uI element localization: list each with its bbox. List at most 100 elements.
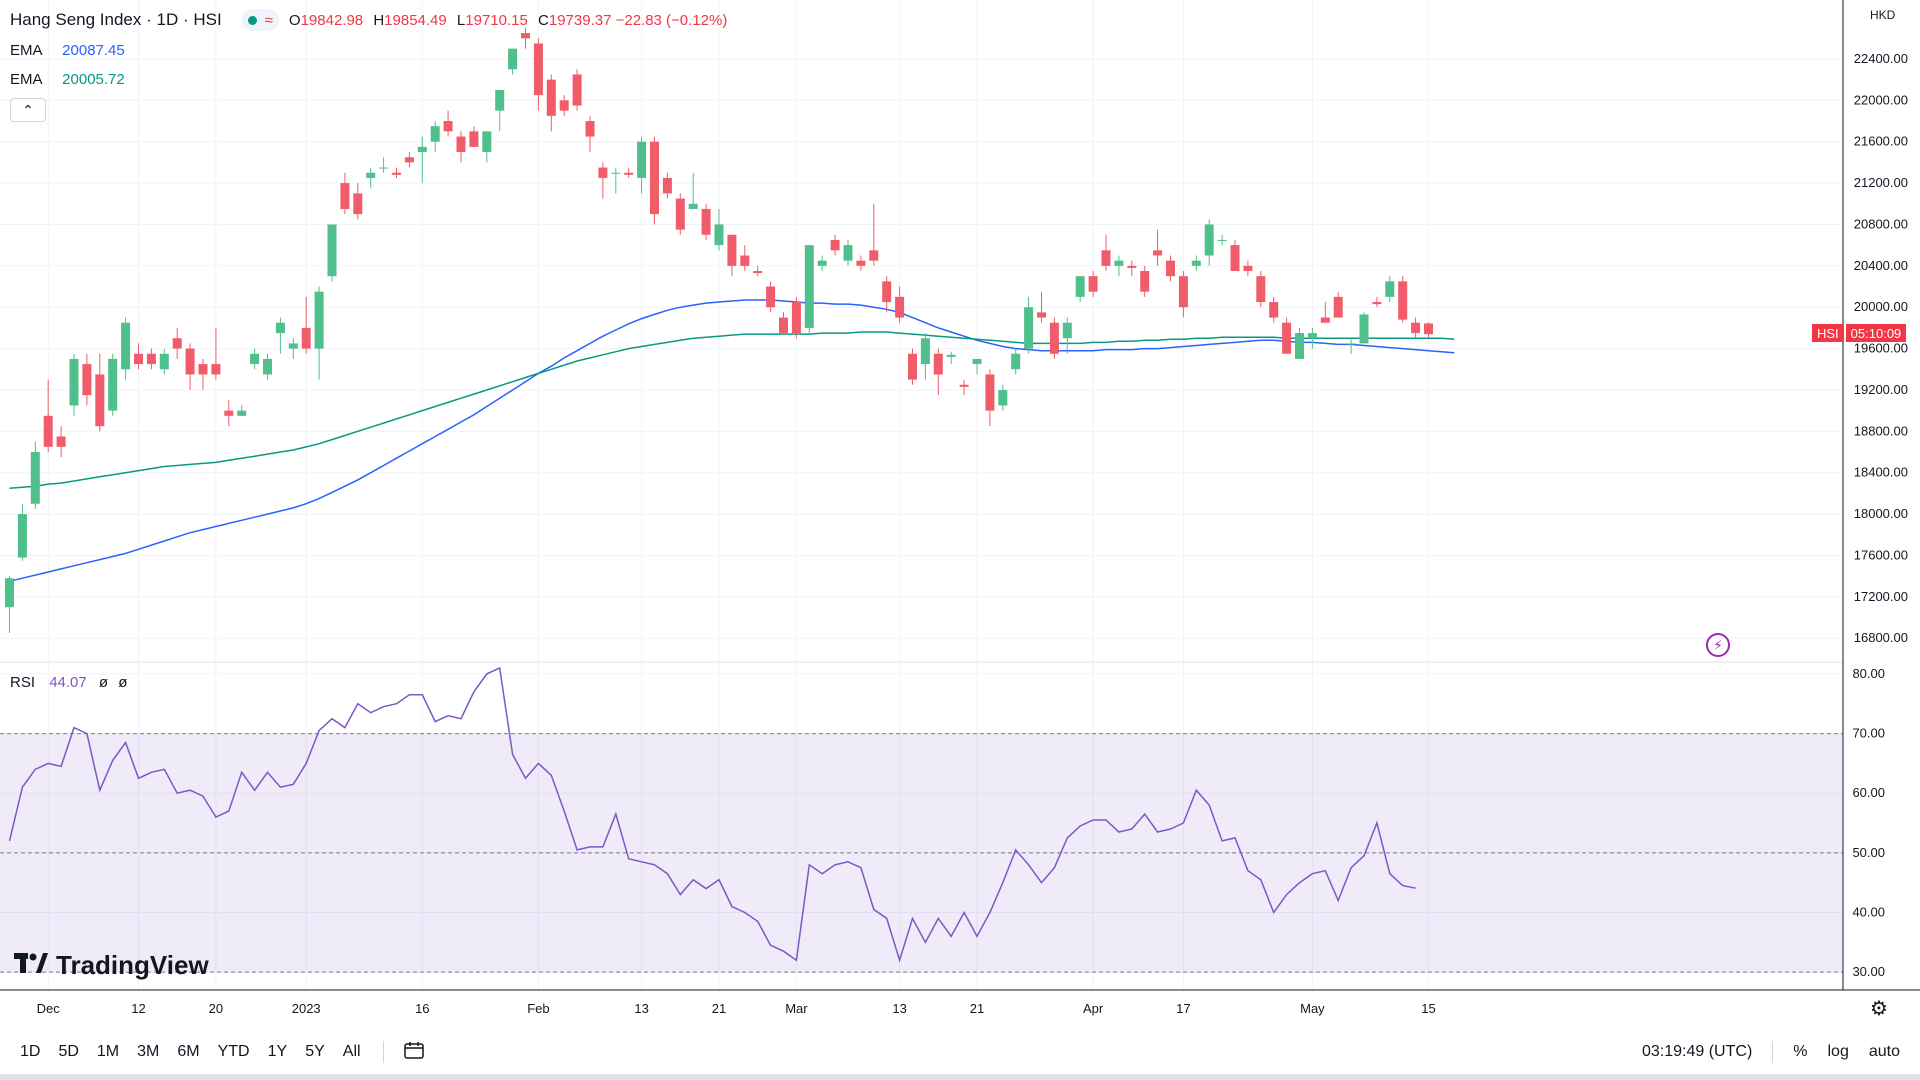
candle [43, 379, 53, 453]
rsi-legend[interactable]: RSI 44.07 ø ø [10, 674, 133, 691]
candle [521, 27, 530, 49]
ema-legend-2[interactable]: EMA 20005.72 [10, 71, 125, 88]
candle-body [443, 121, 453, 132]
candle-body [727, 234, 737, 266]
rsi-label: RSI [10, 674, 36, 691]
candle [675, 193, 685, 235]
candle-body [753, 271, 763, 274]
utc-clock[interactable]: 03:19:49 (UTC) [1642, 1043, 1752, 1061]
candle-body [920, 338, 930, 365]
candle-body [688, 203, 698, 209]
candle-body [521, 33, 530, 39]
candle-body [985, 374, 995, 411]
candle-body [134, 353, 143, 365]
candle-body [1307, 333, 1317, 339]
price-tick-label: 17600.00 [1854, 547, 1908, 562]
timeframe-6m[interactable]: 6M [177, 1043, 199, 1061]
price-tick-label: 18000.00 [1854, 506, 1908, 521]
candle-body [1333, 296, 1343, 318]
price-tick-label: 20000.00 [1854, 299, 1908, 314]
currency-label[interactable]: HKD [1870, 8, 1895, 22]
candle [1346, 338, 1356, 354]
collapse-legend-button[interactable]: ⌃ [10, 98, 46, 122]
candle [1256, 271, 1266, 308]
timeframe-5d[interactable]: 5D [58, 1043, 78, 1061]
candle-body [1282, 322, 1292, 354]
candle-body [95, 374, 105, 427]
candle [1307, 327, 1317, 349]
log-toggle[interactable]: log [1828, 1043, 1849, 1061]
candle [766, 281, 776, 313]
candle [69, 353, 79, 416]
candle-body [1127, 265, 1137, 268]
percent-toggle[interactable]: % [1793, 1043, 1807, 1061]
rsi-axis[interactable]: 30.00 40.00 50.00 60.00 70.00 80.00 [1852, 666, 1885, 979]
price-axis[interactable]: 16800.00 17200.00 17600.00 18000.00 18400.00… [1854, 51, 1908, 645]
time-tick-label: 20 [209, 1001, 223, 1016]
candle-body [1243, 265, 1253, 272]
candle [159, 348, 169, 375]
ema-line [9, 299, 1455, 583]
time-tick-label: Mar [785, 1001, 808, 1016]
candle [830, 234, 840, 256]
candle-body [1385, 281, 1395, 297]
candle-body [263, 358, 272, 375]
candle-body [701, 208, 711, 235]
price-tick-label: 22000.00 [1854, 92, 1908, 107]
candle-body [791, 302, 801, 334]
price-tick-label: 18400.00 [1854, 465, 1908, 480]
timeframe-1y[interactable]: 1Y [268, 1043, 288, 1061]
candle [1153, 229, 1163, 266]
symbol-title[interactable]: Hang Seng Index · 1D · HSI [10, 10, 222, 30]
candle [469, 126, 479, 147]
bottom-toolbar: 1D 5D 1M 3M 6M YTD 1Y 5Y All 03:19:49 (U… [0, 1032, 1920, 1072]
candle [224, 400, 234, 427]
candle [662, 172, 672, 199]
price-tick-label: 19600.00 [1854, 341, 1908, 356]
candle-body [1075, 276, 1085, 297]
rsi-value: 44.07 [49, 674, 87, 691]
candle-body [224, 410, 234, 416]
time-tick-label: 13 [634, 1001, 648, 1016]
timeframe-3m[interactable]: 3M [137, 1043, 159, 1061]
timeframe-5y[interactable]: 5Y [305, 1043, 325, 1061]
calendar-icon[interactable] [403, 1041, 424, 1064]
candle [1075, 276, 1085, 303]
candle [1385, 276, 1395, 303]
gear-icon[interactable]: ⚙ [1870, 996, 1888, 1021]
open-value: 19842.98 [300, 11, 364, 29]
candle [1372, 296, 1382, 308]
candle [740, 245, 750, 272]
candle-body [404, 157, 414, 163]
candle [353, 183, 363, 220]
candle-body [508, 48, 518, 70]
candle-body [1114, 260, 1124, 266]
timeframe-ytd[interactable]: YTD [218, 1043, 250, 1061]
timeframe-1m[interactable]: 1M [97, 1043, 119, 1061]
candle [1320, 302, 1330, 323]
price-tick-label: 20800.00 [1854, 216, 1908, 231]
candle-body [185, 348, 195, 375]
candle-body [121, 322, 131, 370]
tradingview-logo[interactable]: TradingView [14, 950, 209, 981]
logo-text: TradingView [56, 950, 209, 980]
auto-toggle[interactable]: auto [1869, 1043, 1900, 1061]
time-tick-label: 13 [892, 1001, 906, 1016]
candle-body [379, 167, 389, 169]
timeframe-1d[interactable]: 1D [20, 1043, 40, 1061]
candle [172, 327, 182, 359]
chart-canvas[interactable]: 16800.00 17200.00 17600.00 18000.00 18400.00… [0, 0, 1920, 1030]
candle-body [56, 436, 66, 447]
time-axis[interactable]: Dec 12 20 2023 16 Feb 13 21 Mar 13 21 Apr 17 May 15 [37, 1001, 1436, 1016]
timeframe-all[interactable]: All [343, 1043, 361, 1061]
candle [508, 48, 518, 75]
candle [1166, 255, 1175, 282]
candle-body [237, 410, 247, 416]
lightning-icon[interactable]: ⚡ [1706, 633, 1730, 657]
candle-body [108, 358, 118, 411]
candle [301, 296, 311, 354]
tradingview-logo-icon [14, 952, 48, 980]
ema-legend-1[interactable]: EMA 20087.45 [10, 42, 125, 59]
market-status-pill[interactable]: ≈ [241, 9, 279, 31]
ema-label: EMA [10, 42, 43, 59]
